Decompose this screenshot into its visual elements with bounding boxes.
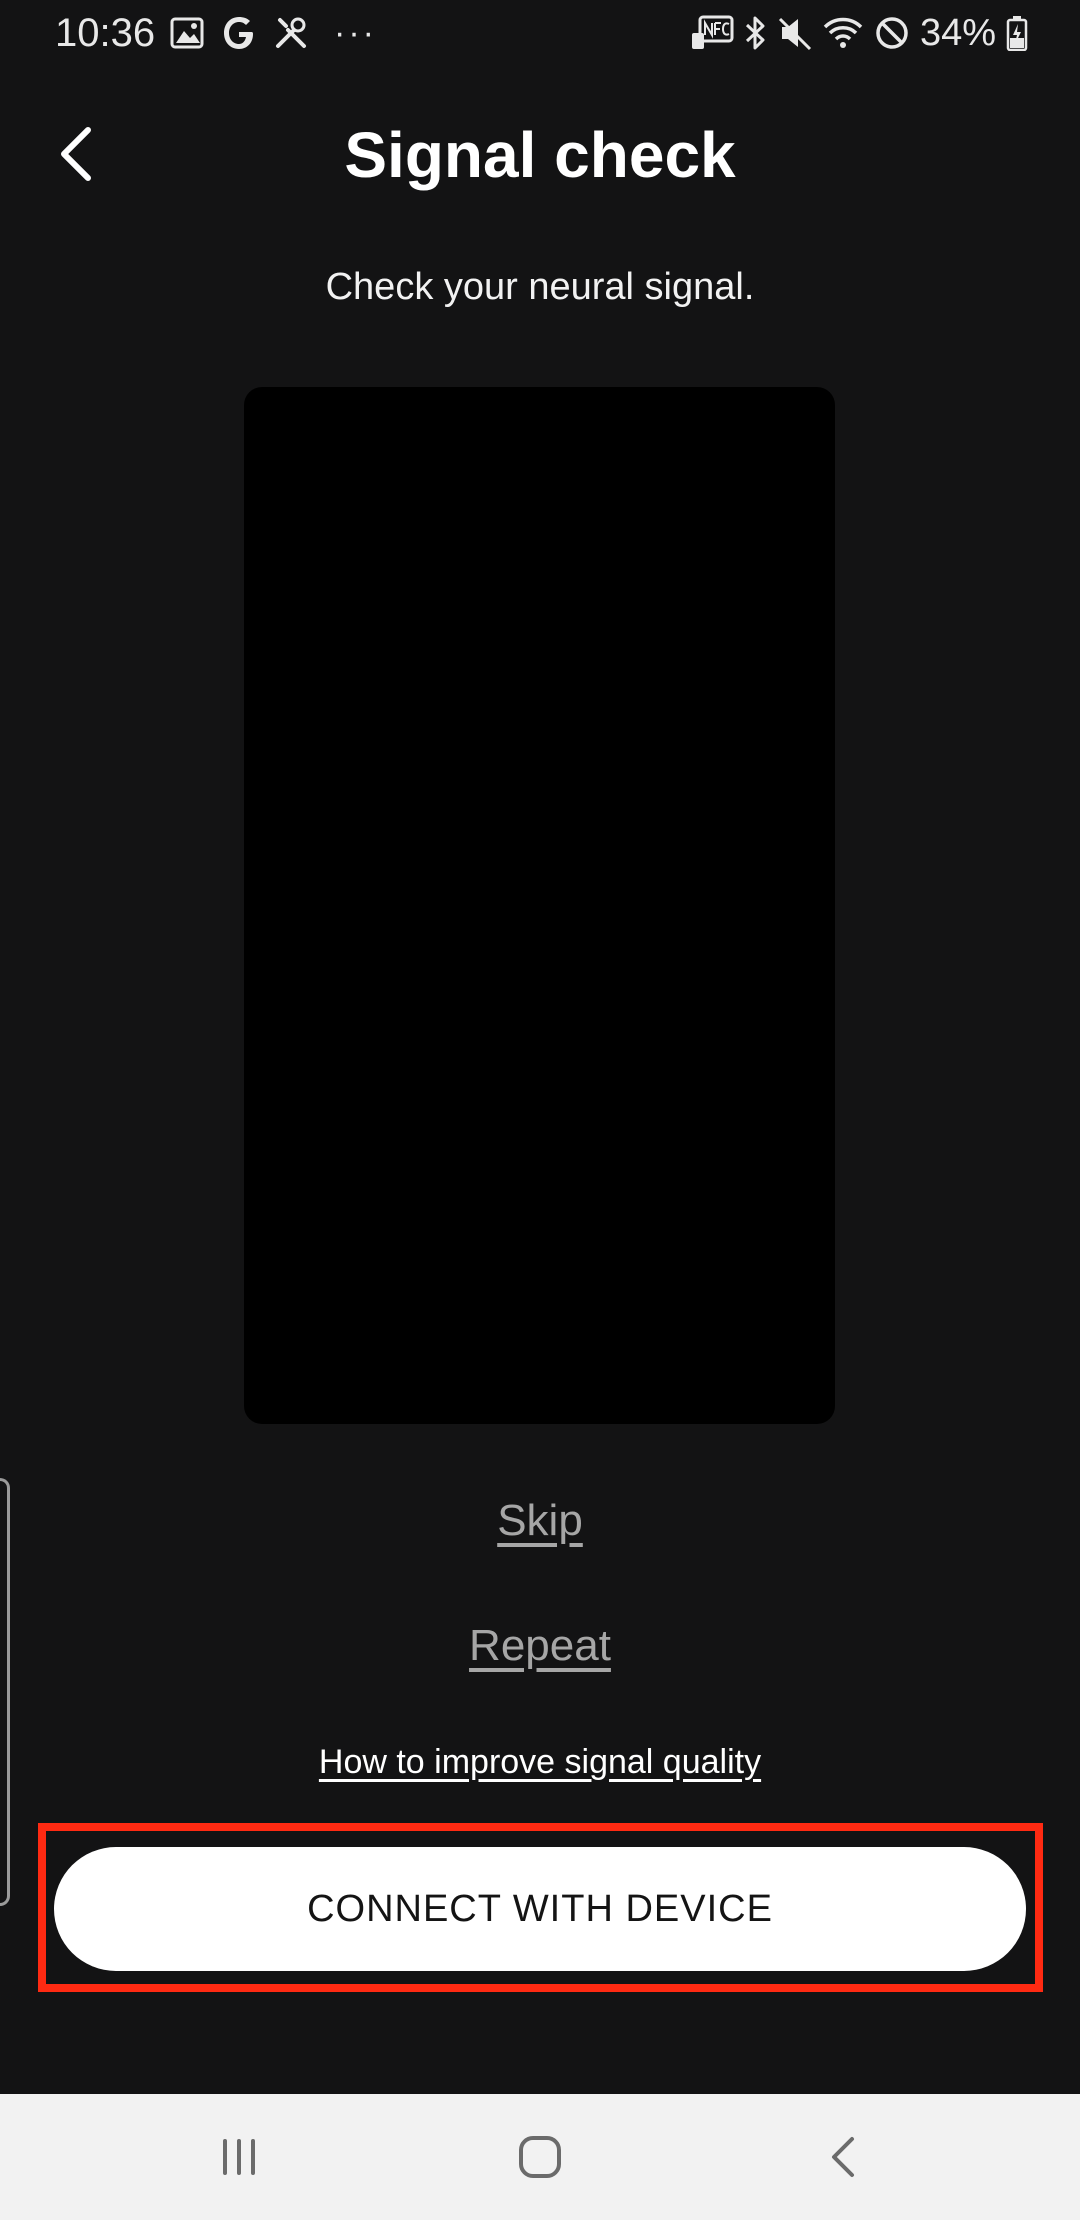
more-dots-icon: ··· [334,14,377,52]
back-icon [832,2137,854,2177]
status-time: 10:36 [55,11,156,55]
navigation-bar [0,2094,1080,2220]
gallery-icon [170,17,204,49]
mute-icon [778,15,812,51]
recent-apps-icon [223,2139,255,2175]
battery-icon [1006,15,1028,51]
home-icon [519,2136,561,2178]
improve-signal-link[interactable]: How to improve signal quality [0,1740,1080,1784]
skip-link[interactable]: Skip [0,1493,1080,1549]
google-icon [222,15,256,51]
signal-preview-panel [244,387,835,1424]
status-left-icons: ··· [170,12,377,54]
do-not-disturb-icon [874,15,910,51]
connect-with-device-button[interactable]: CONNECT WITH DEVICE [54,1847,1026,1971]
status-bar: 10:36 ··· 34% [0,0,1080,66]
page-title: Signal check [344,119,736,191]
nav-back-button[interactable] [808,2122,878,2192]
recent-apps-button[interactable] [204,2122,274,2192]
battery-percent: 34% [919,12,996,54]
tools-icon [274,16,308,50]
subtitle: Check your neural signal. [325,266,755,308]
bluetooth-icon [744,15,768,51]
nfc-icon [690,15,734,51]
status-right-icons: 34% [690,10,1028,56]
repeat-link[interactable]: Repeat [0,1618,1080,1674]
wifi-icon [822,15,864,51]
home-button[interactable] [505,2122,575,2192]
